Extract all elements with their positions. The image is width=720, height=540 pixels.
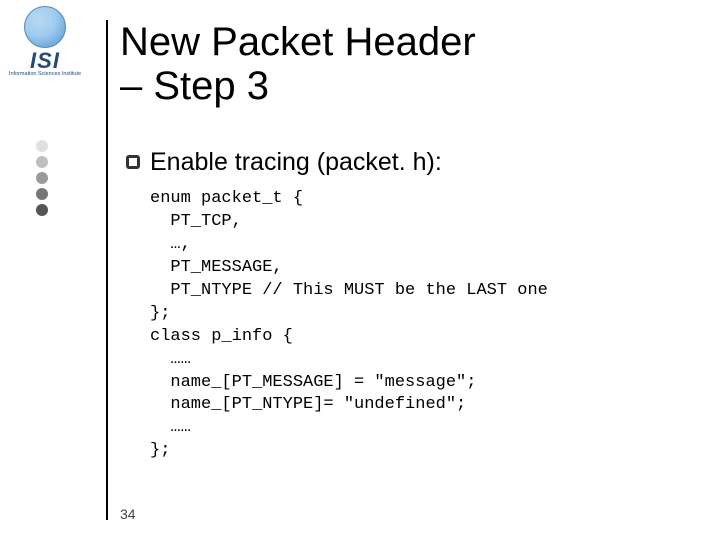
logo-subline: Information Sciences Institute bbox=[6, 72, 84, 78]
bullet-text: Enable tracing (packet. h): bbox=[150, 148, 442, 177]
title-line-2: – Step 3 bbox=[120, 64, 269, 108]
slide-title: New Packet Header – Step 3 bbox=[120, 20, 476, 108]
bullet-icon bbox=[126, 155, 140, 169]
isi-logo: ISI Information Sciences Institute bbox=[6, 6, 84, 78]
decorative-dots bbox=[36, 140, 48, 216]
code-block: enum packet_t { PT_TCP, …, PT_MESSAGE, P… bbox=[150, 188, 548, 463]
logo-abbrev: ISI bbox=[6, 50, 84, 72]
page-number: 34 bbox=[120, 506, 136, 522]
title-line-1: New Packet Header bbox=[120, 20, 476, 64]
globe-icon bbox=[24, 6, 66, 48]
vertical-rule bbox=[106, 20, 108, 520]
